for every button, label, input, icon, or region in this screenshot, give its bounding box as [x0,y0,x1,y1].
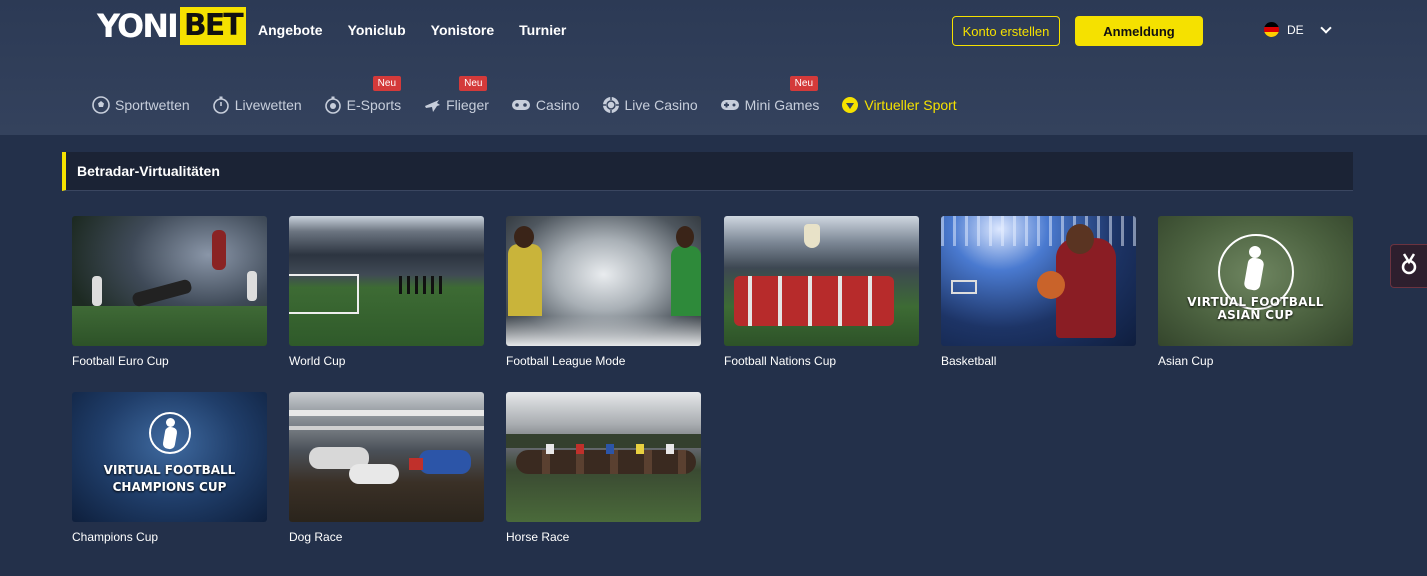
game-label: Football Nations Cup [724,354,837,368]
horse-race-image[interactable] [506,392,701,522]
category-live-casino[interactable]: Live Casino [602,96,698,114]
esports-icon [324,96,342,114]
top-nav-yoniclub[interactable]: Yoniclub [348,22,406,38]
stadium-image[interactable] [289,216,484,346]
yonibet-logo[interactable]: YONI BET [97,7,246,45]
game-label: Dog Race [289,530,343,544]
category-flieger[interactable]: Neu Flieger [423,76,489,114]
chip-icon [602,96,620,114]
soccer-match-image[interactable] [72,216,267,346]
plane-icon [423,96,441,114]
new-badge: Neu [789,76,819,91]
category-casino[interactable]: Casino [511,96,580,114]
game-tile-world-cup[interactable]: World Cup [289,216,484,368]
category-label: Flieger [446,97,489,113]
game-label: World Cup [289,354,346,368]
category-sportwetten[interactable]: Sportwetten [92,96,190,114]
game-tile-football-nations-cup[interactable]: Football Nations Cup [724,216,919,368]
stopwatch-icon [212,96,230,114]
game-label: Horse Race [506,530,570,544]
game-tile-asian-cup[interactable]: VIRTUAL FOOTBALL ASIAN CUP Asian Cup [1158,216,1353,368]
virtual-sport-icon [841,96,859,114]
category-label: Sportwetten [115,97,190,113]
language-code: DE [1287,22,1304,37]
champions-cup-overlay-text: VIRTUAL FOOTBALL CHAMPIONS CUP [103,463,236,494]
game-label: Basketball [941,354,997,368]
site-header: YONI BET Angebote Yoniclub Yonistore Tur… [0,0,1427,135]
game-tile-champions-cup[interactable]: VIRTUAL FOOTBALL CHAMPIONS CUP Champions… [72,392,267,544]
soccer-ball-icon [92,96,110,114]
game-tile-horse-race[interactable]: Horse Race [506,392,701,544]
section-header: Betradar-Virtualitäten [62,152,1353,191]
chevron-down-icon [1320,21,1332,34]
category-label: Mini Games [744,97,820,113]
register-button[interactable]: Konto erstellen [952,16,1060,46]
players-image[interactable] [506,216,701,346]
game-tile-football-euro-cup[interactable]: Football Euro Cup [72,216,267,368]
game-label: Asian Cup [1158,354,1214,368]
category-label: Casino [535,97,580,113]
category-label: Virtueller Sport [864,97,957,113]
game-tile-dog-race[interactable]: Dog Race [289,392,484,544]
top-nav: Angebote Yoniclub Yonistore Turnier [258,22,566,38]
new-badge: Neu [459,76,488,91]
game-label: Football Euro Cup [72,354,169,368]
section-title: Betradar-Virtualitäten [77,163,220,179]
top-nav-yonistore[interactable]: Yonistore [431,22,495,38]
basketball-image[interactable] [941,216,1136,346]
asian-cup-logo-image[interactable]: VIRTUAL FOOTBALL ASIAN CUP [1158,216,1353,346]
game-label: Champions Cup [72,530,159,544]
germany-flag-icon [1264,22,1279,37]
category-label: Live Casino [624,97,698,113]
category-label: Livewetten [234,97,302,113]
category-livewetten[interactable]: Livewetten [212,96,302,114]
medal-icon [1399,252,1419,280]
login-button[interactable]: Anmeldung [1075,16,1203,46]
category-virtueller-sport[interactable]: Virtueller Sport [841,96,957,114]
new-badge: Neu [372,76,402,91]
greyhound-race-image[interactable] [289,392,484,522]
category-esports[interactable]: Neu E-Sports [324,76,402,114]
language-selector[interactable]: DE [1264,21,1332,37]
category-mini-games[interactable]: Neu Mini Games [720,76,820,114]
controller-icon [720,96,740,114]
game-label: Football League Mode [506,354,626,368]
game-tile-basketball[interactable]: Basketball [941,216,1136,368]
champions-cup-logo-image[interactable]: VIRTUAL FOOTBALL CHAMPIONS CUP [72,392,267,522]
top-nav-angebote[interactable]: Angebote [258,22,323,38]
category-nav: Sportwetten Livewetten Neu E-Sports Neu … [92,76,957,114]
asian-cup-overlay-text: VIRTUAL FOOTBALL ASIAN CUP [1187,295,1324,322]
bonus-widget[interactable] [1390,244,1427,288]
category-label: E-Sports [346,97,402,113]
trophy-celebration-image[interactable] [724,216,919,346]
game-tile-football-league-mode[interactable]: Football League Mode [506,216,701,368]
top-nav-turnier[interactable]: Turnier [519,22,566,38]
gamepad-icon [511,96,531,114]
